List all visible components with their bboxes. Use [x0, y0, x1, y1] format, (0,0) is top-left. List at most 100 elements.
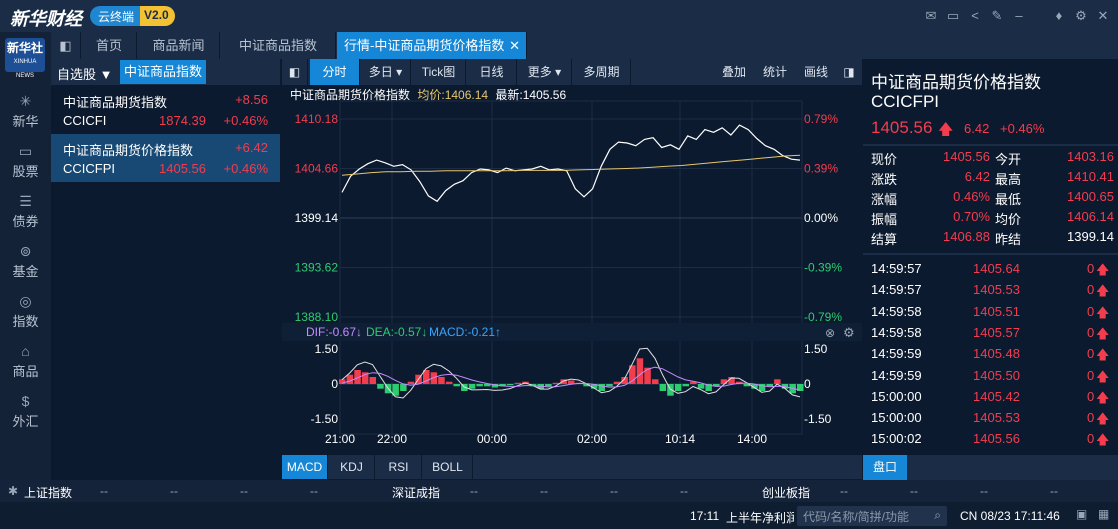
macd-bar: [545, 384, 552, 387]
nav-item-xinhua[interactable]: ✳ 新华: [0, 92, 51, 130]
tick-volume: 0: [1087, 282, 1095, 298]
search-placeholder: 代码/名称/简拼/功能: [803, 510, 910, 524]
tab-csi-commodity-index[interactable]: 中证商品指数: [221, 32, 336, 59]
macd-bar: [453, 384, 460, 387]
nav-label: 指数: [12, 314, 39, 329]
field-value: 1399.14: [1067, 229, 1114, 244]
nav-item-forex[interactable]: $ 外汇: [0, 392, 51, 430]
gear-icon[interactable]: ⚙: [1072, 7, 1090, 25]
tick-volume: 0: [1087, 324, 1095, 340]
brand-version-label: V2.0: [140, 6, 175, 26]
nav-item-index[interactable]: ◎ 指数: [0, 292, 51, 330]
tick-time: 15:00:02: [871, 431, 922, 447]
tick-row: 15:00:00 1405.42 0 🡅: [863, 389, 1118, 412]
field-label: 最高: [995, 172, 1022, 187]
row-name: 中证商品期货价格指数: [63, 143, 194, 158]
screen-icon[interactable]: ▣: [1076, 507, 1087, 521]
chevron-down-icon: ▼: [99, 67, 113, 82]
left-nav: 新华社 XINHUA NEWS ✳ 新华 ▭ 股票 ☰ 债券 ⊚ 基金 ◎ 指数 ⌂ 商品 …: [0, 32, 51, 480]
arrow-up-icon: 🡅: [938, 121, 954, 138]
watchlist-row[interactable]: 中证商品期货指数 +8.56 CCICFI 1874.39 +0.46%: [51, 86, 280, 134]
intraday-chart[interactable]: 1410.18 1404.66 1399.14 1393.62 1388.10 0.79%…: [282, 59, 862, 455]
tick-price: 1405.53: [973, 410, 1020, 426]
watchlist-dropdown[interactable]: 自选股 ▼: [57, 64, 113, 83]
status-cyb-label[interactable]: 创业板指: [762, 484, 810, 501]
status-value: --: [310, 484, 318, 498]
tick-time: 14:59:58: [871, 303, 922, 319]
macd-dea-label: DEA:-0.57↓: [366, 325, 427, 339]
close-icon[interactable]: ✕: [1094, 7, 1112, 25]
tick-volume: 0: [1087, 388, 1095, 404]
tick-volume: 0: [1087, 431, 1095, 447]
row-code: CCICFPI: [63, 161, 115, 176]
tab-commodity-news[interactable]: 商品新闻: [138, 32, 220, 59]
status-sz-label[interactable]: 深证成指: [392, 484, 440, 501]
macd-y-tick: -1.50: [311, 412, 339, 426]
y-tick-label: 1399.14: [295, 211, 339, 225]
indicator-boll[interactable]: BOLL: [423, 455, 473, 479]
news-ticker[interactable]: 上半年净利润: [726, 509, 794, 526]
tab-home[interactable]: 首页: [82, 32, 137, 59]
commodity-icon: ⌂: [21, 343, 30, 359]
pin-icon[interactable]: ✱: [8, 484, 18, 498]
field-value: 1400.65: [1067, 189, 1114, 204]
watchlist-row[interactable]: 中证商品期货价格指数 +6.42 CCICFPI 1405.56 +0.46%: [51, 134, 280, 182]
tick-row: 14:59:59 1405.48 0 🡅: [863, 346, 1118, 369]
y-tick-label: 1410.18: [295, 112, 339, 126]
y-tick-label: 1393.62: [295, 261, 339, 275]
app-logo: 新华财经: [10, 9, 82, 30]
indicator-tabs: MACD KDJ RSI BOLL: [282, 455, 862, 479]
macd-value-label: MACD:-0.21↑: [429, 325, 501, 339]
news-time: 17:11: [690, 509, 720, 523]
status-sh-label[interactable]: 上证指数: [24, 484, 72, 501]
macd-bar: [674, 384, 682, 391]
nav-label: 债券: [12, 214, 39, 229]
tick-time: 15:00:00: [871, 410, 922, 426]
mail-icon[interactable]: ✉: [922, 7, 940, 25]
arrow-up-icon: 🡅: [1096, 262, 1110, 277]
status-value: --: [910, 484, 918, 498]
quote-panel: 中证商品期货价格指数 CCICFPI 1405.56 🡅 6.42 +0.46%…: [863, 59, 1118, 480]
tick-row: 14:59:58 1405.57 0 🡅: [863, 325, 1118, 348]
minimize-icon[interactable]: –: [1010, 7, 1028, 25]
tick-row: 14:59:58 1405.51 0 🡅: [863, 304, 1118, 327]
share-icon[interactable]: <: [966, 7, 984, 25]
tick-row: 15:00:02 1405.56 0 🡅: [863, 431, 1118, 454]
bottom-bar: 17:11 上半年净利润 代码/名称/简拼/功能 ⌕ CN 08/23 17:1…: [0, 502, 1118, 529]
nav-item-fund[interactable]: ⊚ 基金: [0, 242, 51, 280]
indicator-rsi[interactable]: RSI: [376, 455, 422, 479]
arrow-up-icon: 🡅: [1096, 432, 1110, 448]
x-tick-label: 14:00: [737, 432, 767, 446]
tab-csi-commodity[interactable]: 中证商品指数: [120, 60, 207, 84]
macd-bar: [407, 381, 415, 384]
y-tick-label: 1404.66: [295, 162, 339, 176]
nav-item-bond[interactable]: ☰ 债券: [0, 192, 51, 230]
chart-panel: ◧ 分时 多日 ▾ Tick图 日线 更多 ▾ 多周期 叠加 统计 画线 ◨ 中…: [282, 59, 862, 480]
field-label: 涨幅: [871, 192, 898, 207]
message-icon[interactable]: ▭: [944, 7, 962, 25]
tab-close-icon[interactable]: ✕: [509, 32, 520, 59]
grid-icon[interactable]: ▦: [1098, 507, 1109, 521]
shirt-icon[interactable]: ♦: [1050, 7, 1068, 25]
pankou-bar: 盘口: [863, 455, 1118, 480]
indicator-kdj[interactable]: KDJ: [329, 455, 375, 479]
tick-price: 1405.50: [973, 367, 1020, 383]
xinhua-logo[interactable]: 新华社 XINHUA NEWS: [5, 38, 45, 79]
tab-quote-ccicfpi[interactable]: 行情-中证商品期货价格指数 ✕: [337, 32, 527, 59]
nav-item-commodity[interactable]: ⌂ 商品: [0, 342, 51, 380]
tick-price: 1405.64: [973, 261, 1020, 276]
edit-icon[interactable]: ✎: [988, 7, 1006, 25]
indicator-macd[interactable]: MACD: [282, 455, 328, 479]
status-value: --: [980, 484, 988, 498]
tick-row: 15:00:00 1405.53 0 🡅: [863, 410, 1118, 433]
search-input[interactable]: 代码/名称/简拼/功能 ⌕: [797, 506, 947, 526]
gear-icon: ⚙: [843, 325, 855, 340]
xinhua-logo-sub: XINHUA NEWS: [13, 59, 37, 79]
nav-item-stock[interactable]: ▭ 股票: [0, 142, 51, 180]
field-label: 今开: [995, 152, 1022, 167]
tick-price: 1405.56: [973, 431, 1020, 447]
pankou-tab[interactable]: 盘口: [863, 455, 908, 480]
panel-toggle-icon[interactable]: ◧: [51, 32, 81, 59]
macd-bar: [720, 379, 728, 384]
x-tick-label: 10:14: [665, 432, 695, 446]
